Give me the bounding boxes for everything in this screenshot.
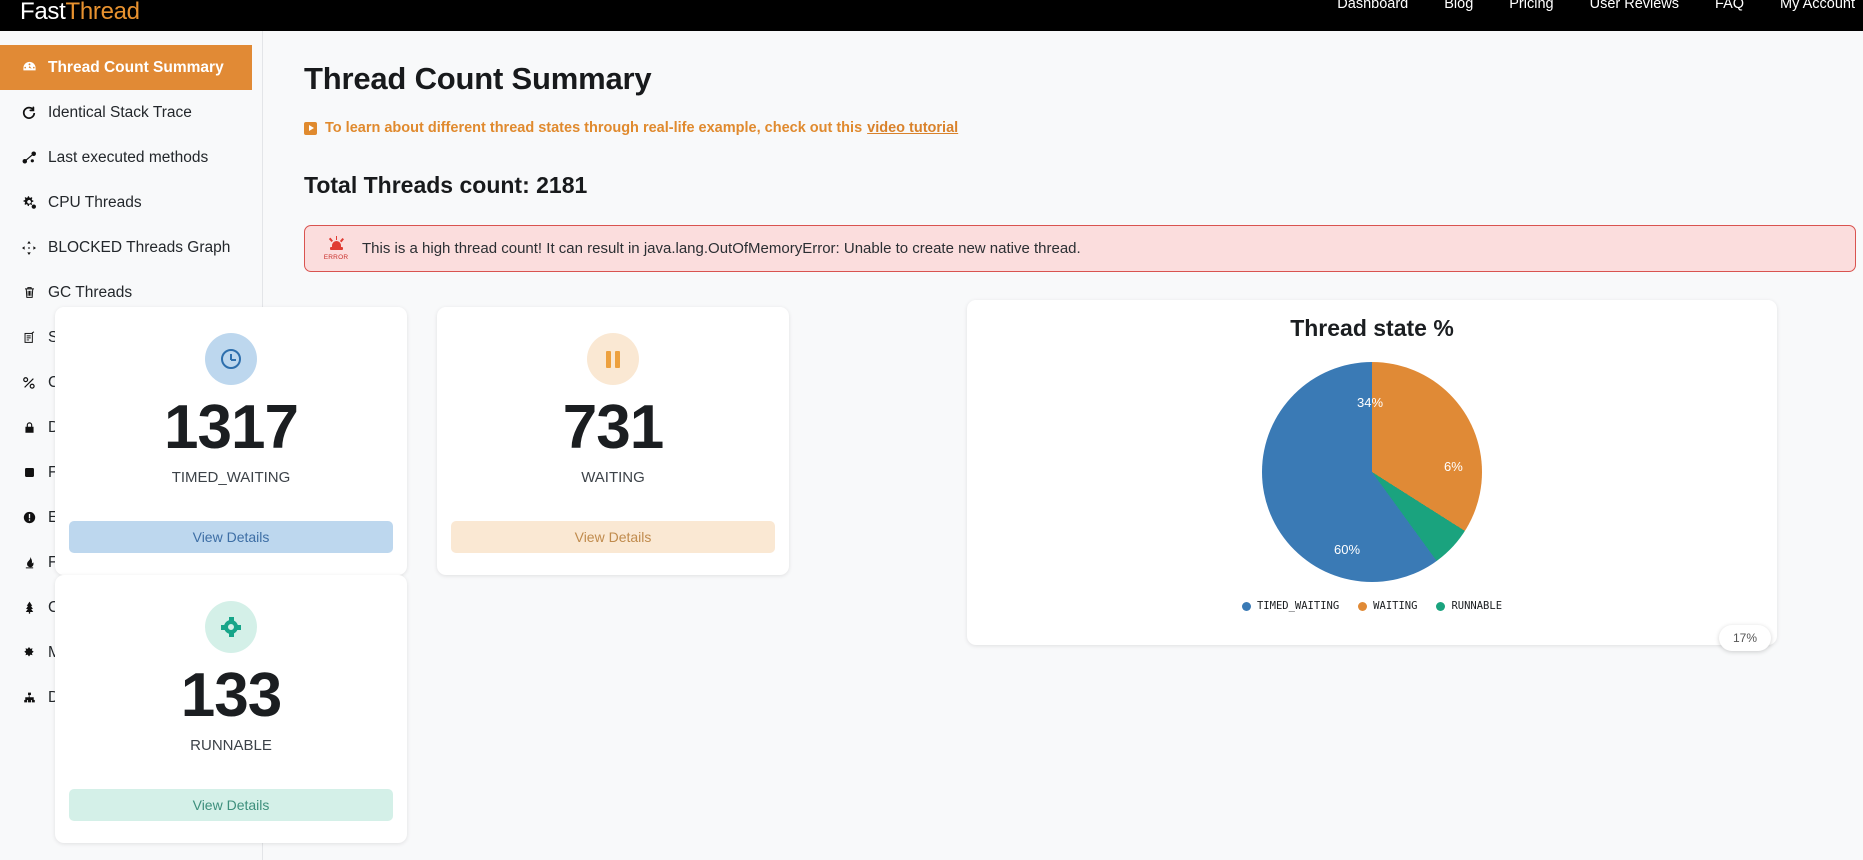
pie-chart-title: Thread state % (1290, 315, 1454, 341)
nav-link-dashboard[interactable]: Dashboard (1337, 0, 1408, 20)
error-siren-icon: ERROR (319, 235, 353, 261)
legend-color-dot (1241, 601, 1251, 611)
card-waiting: 731 WAITING View Details (437, 307, 789, 575)
refresh-icon (16, 105, 42, 120)
siren-glyph (328, 235, 344, 253)
gears-icon (16, 195, 42, 210)
video-tutorial-link[interactable]: video tutorial (867, 120, 958, 136)
top-navigation-bar: FastThread Dashboard Blog Pricing User R… (0, 0, 1863, 31)
logo-text-thread: Thread (65, 0, 140, 25)
card-label: TIMED_WAITING (171, 469, 291, 487)
card-label: RUNNABLE (190, 737, 272, 755)
nav-link-my-account[interactable]: My Account (1780, 0, 1855, 20)
card-value: 1317 (164, 393, 299, 462)
zoom-level-indicator: 17% (1718, 625, 1771, 651)
move-arrows-icon (16, 240, 42, 255)
legend-label: RUNNABLE (1451, 600, 1503, 612)
gauge-icon (16, 60, 42, 75)
nav-link-user-reviews[interactable]: User Reviews (1590, 0, 1679, 20)
alert-message: This is a high thread count! It can resu… (362, 240, 1081, 257)
card-timed-waiting: 1317 TIMED_WAITING View Details (55, 307, 407, 575)
square-icon (16, 466, 42, 479)
pie-label-timed-waiting: 60% (1334, 542, 1361, 557)
flame-icon (16, 556, 42, 569)
sidebar-label: Thread Count Summary (48, 58, 224, 76)
nav-link-blog[interactable]: Blog (1444, 0, 1473, 20)
pie-chart: 34% 6% 60% (1262, 362, 1482, 582)
legend-item-timed-waiting[interactable]: TIMED_WAITING (1241, 600, 1340, 612)
high-thread-count-alert: ERROR This is a high thread count! It ca… (304, 225, 1856, 272)
legend-item-waiting[interactable]: WAITING (1358, 600, 1417, 612)
puzzle-icon (16, 646, 42, 660)
network-icon (16, 150, 42, 165)
sidebar-item-cpu-threads[interactable]: CPU Threads (0, 180, 262, 225)
sidebar-item-last-executed-methods[interactable]: Last executed methods (0, 135, 262, 180)
view-details-button-timed-waiting[interactable]: View Details (69, 521, 393, 553)
clock-icon (205, 333, 257, 385)
sidebar-label: CPU Threads (48, 193, 142, 211)
nav-link-pricing[interactable]: Pricing (1509, 0, 1553, 20)
legend-label: TIMED_WAITING (1256, 600, 1340, 612)
sidebar-label: BLOCKED Threads Graph (48, 238, 231, 256)
sidebar-label: GC Threads (48, 283, 133, 301)
legend-color-dot (1436, 601, 1446, 611)
top-nav-links: Dashboard Blog Pricing User Reviews FAQ … (1337, 0, 1855, 20)
sidebar-item-blocked-threads-graph[interactable]: BLOCKED Threads Graph (0, 225, 262, 270)
nav-link-faq[interactable]: FAQ (1715, 0, 1744, 20)
pause-icon (587, 333, 639, 385)
card-value: 731 (562, 393, 664, 462)
page-title: Thread Count Summary (304, 61, 652, 96)
tutorial-text: To learn about different thread states t… (325, 120, 863, 136)
stack-list-icon (16, 331, 42, 344)
video-play-icon (304, 121, 317, 135)
trash-icon (16, 286, 42, 299)
card-label: WAITING (581, 469, 645, 487)
view-details-button-runnable[interactable]: View Details (69, 789, 393, 821)
lock-icon (16, 421, 42, 434)
legend-item-runnable[interactable]: RUNNABLE (1436, 600, 1502, 612)
card-value: 133 (180, 661, 282, 730)
tutorial-note: To learn about different thread states t… (304, 120, 1863, 136)
card-runnable: 133 RUNNABLE View Details (55, 575, 407, 843)
pie-label-waiting: 34% (1357, 395, 1384, 410)
view-details-button-waiting[interactable]: View Details (451, 521, 775, 553)
gear-icon (205, 601, 257, 653)
total-threads-count: Total Threads count: 2181 (304, 172, 588, 198)
sidebar-label: Last executed methods (48, 148, 209, 166)
sidebar-item-identical-stack-trace[interactable]: Identical Stack Trace (0, 90, 262, 135)
app-root: FastThread Dashboard Blog Pricing User R… (0, 0, 1863, 860)
legend-label: WAITING (1373, 600, 1418, 612)
sitemap-icon (16, 691, 42, 704)
pie-label-runnable: 6% (1444, 459, 1463, 474)
pie-legend: TIMED_WAITING WAITING RUNNABLE (967, 600, 1777, 612)
tree-icon (16, 601, 42, 614)
sidebar-item-thread-count-summary[interactable]: Thread Count Summary (0, 45, 252, 90)
thread-state-pie-panel: Thread state % 34% 6% 60% TIMED_WAITING … (967, 300, 1777, 651)
fastthread-logo[interactable]: FastThread (20, 0, 140, 27)
sidebar-label: Identical Stack Trace (48, 103, 192, 121)
legend-color-dot (1358, 601, 1368, 611)
exclamation-circle-icon (16, 511, 42, 524)
error-icon-label: ERROR (323, 253, 349, 261)
logo-text-fast: Fast (20, 0, 66, 25)
link-chain-icon (16, 376, 42, 390)
